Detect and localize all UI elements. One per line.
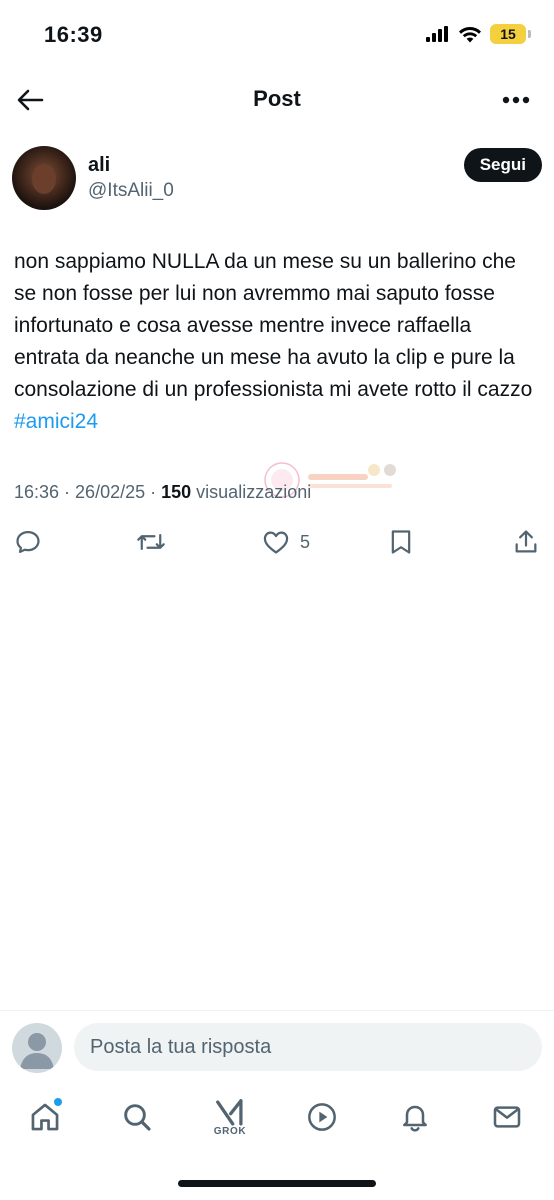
tab-messages[interactable] — [484, 1094, 530, 1140]
views-label[interactable]: visualizzazioni — [196, 482, 311, 503]
reply-button[interactable] — [14, 526, 42, 558]
author-row: ali @ItsAlii_0 Segui — [12, 146, 542, 212]
video-icon — [308, 1103, 336, 1131]
default-avatar-icon — [20, 1033, 54, 1069]
tab-home[interactable] — [22, 1094, 68, 1140]
wifi-icon — [459, 27, 481, 43]
avatar[interactable] — [12, 146, 76, 210]
author-handle[interactable]: @ItsAlii_0 — [88, 180, 174, 202]
share-icon — [515, 530, 537, 553]
tab-bar: GROK — [0, 1088, 554, 1148]
grok-icon — [216, 1098, 243, 1126]
bookmark-button[interactable] — [388, 526, 414, 558]
tab-video[interactable] — [299, 1094, 345, 1140]
home-indicator — [178, 1180, 376, 1187]
more-icon — [502, 96, 530, 104]
reply-icon — [16, 530, 40, 554]
author-name[interactable]: ali — [88, 154, 110, 177]
status-time: 16:39 — [44, 22, 103, 47]
user-avatar[interactable] — [12, 1023, 62, 1073]
action-bar: 5 — [0, 522, 554, 562]
repost-icon — [137, 533, 165, 551]
like-button[interactable]: 5 — [262, 526, 310, 558]
tweet-time: 16:36 — [14, 482, 60, 502]
tab-grok[interactable]: GROK — [207, 1094, 253, 1140]
tweet-body: non sappiamo NULLA da un mese su un ball… — [14, 250, 533, 401]
tweet-meta: 16:36 · 26/02/25 · 150 visualizzazioni — [14, 482, 311, 503]
share-button[interactable] — [512, 526, 540, 558]
notifications-icon — [403, 1105, 427, 1132]
tweet-text: non sappiamo NULLA da un mese su un ball… — [14, 246, 542, 438]
tweet-date: 26/02/25 — [75, 482, 146, 502]
bookmark-icon — [391, 530, 411, 554]
views-count[interactable]: 150 — [161, 482, 191, 503]
tab-notifications[interactable] — [392, 1094, 438, 1140]
search-icon — [124, 1104, 151, 1131]
status-icons: 15 — [426, 24, 531, 44]
repost-button[interactable] — [136, 526, 166, 558]
status-bar: 16:39 15 — [0, 0, 554, 70]
grok-label: GROK — [213, 1125, 247, 1137]
tab-search[interactable] — [114, 1094, 160, 1140]
avatar-face — [32, 164, 56, 194]
meta-separator: · — [64, 482, 71, 502]
page-title: Post — [253, 86, 301, 111]
like-count: 5 — [300, 531, 311, 552]
messages-icon — [493, 1106, 521, 1128]
more-options-button[interactable] — [500, 84, 532, 116]
reply-input[interactable] — [74, 1023, 542, 1071]
battery-icon: 15 — [490, 24, 531, 44]
follow-button[interactable]: Segui — [463, 148, 542, 182]
battery-level: 15 — [500, 26, 516, 42]
post-header: Post — [0, 74, 554, 124]
cellular-signal-icon — [426, 26, 448, 42]
meta-separator: · — [150, 482, 157, 502]
like-icon — [263, 531, 289, 554]
home-notification-dot — [54, 1098, 62, 1106]
hashtag-link[interactable]: #amici24 — [14, 410, 98, 433]
reply-bar — [0, 1010, 554, 1084]
